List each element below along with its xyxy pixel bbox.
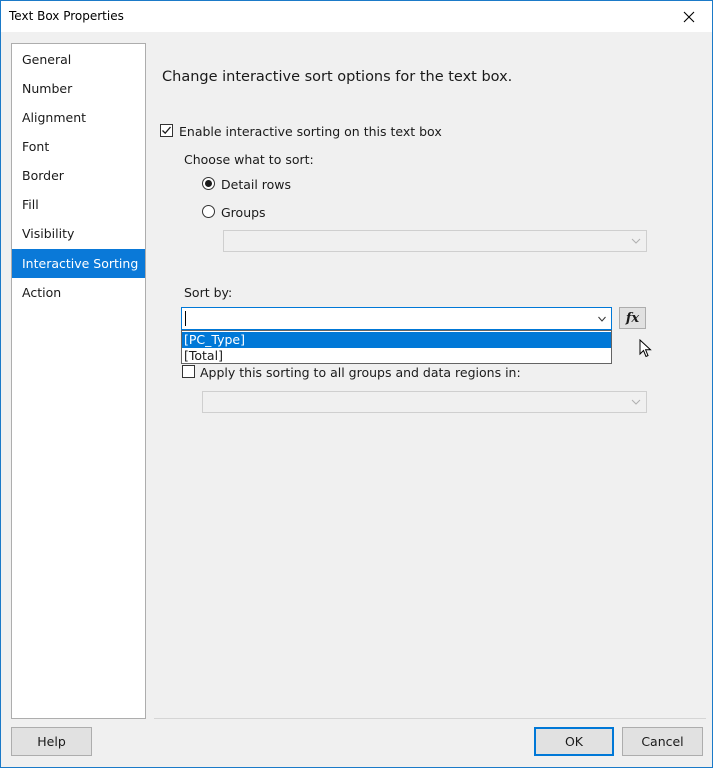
close-button[interactable] bbox=[666, 1, 712, 32]
sort-by-dropdown-list: [PC_Type] [Total] bbox=[181, 330, 612, 364]
detail-rows-radio[interactable] bbox=[202, 177, 215, 190]
groups-radio[interactable] bbox=[202, 205, 215, 218]
mouse-pointer-icon bbox=[639, 339, 652, 358]
nav-item-font[interactable]: Font bbox=[12, 132, 145, 161]
detail-rows-label: Detail rows bbox=[221, 177, 292, 192]
sort-by-combo[interactable] bbox=[181, 307, 612, 330]
enable-sorting-label: Enable interactive sorting on this text … bbox=[179, 124, 442, 139]
enable-sorting-checkbox[interactable] bbox=[160, 124, 173, 137]
help-button[interactable]: Help bbox=[11, 727, 92, 756]
close-icon bbox=[683, 11, 695, 22]
expression-button[interactable]: fx bbox=[619, 307, 646, 329]
dropdown-option-total[interactable]: [Total] bbox=[182, 348, 611, 364]
apply-sorting-label: Apply this sorting to all groups and dat… bbox=[200, 365, 521, 380]
text-caret bbox=[185, 311, 186, 326]
nav-item-fill[interactable]: Fill bbox=[12, 190, 145, 219]
radio-selected-dot bbox=[205, 180, 212, 187]
apply-sorting-checkbox[interactable] bbox=[182, 365, 195, 378]
checkmark-icon bbox=[162, 126, 171, 135]
nav-item-interactive-sorting[interactable]: Interactive Sorting bbox=[12, 249, 145, 278]
chevron-down-icon bbox=[631, 399, 641, 405]
page-heading: Change interactive sort options for the … bbox=[162, 69, 513, 85]
ok-button[interactable]: OK bbox=[534, 727, 614, 756]
sort-by-label: Sort by: bbox=[184, 285, 233, 300]
chevron-down-icon bbox=[598, 316, 606, 322]
nav-item-border[interactable]: Border bbox=[12, 161, 145, 190]
nav-item-action[interactable]: Action bbox=[12, 278, 145, 307]
chevron-down-icon bbox=[631, 238, 641, 244]
nav-item-number[interactable]: Number bbox=[12, 74, 145, 103]
nav-item-general[interactable]: General bbox=[12, 45, 145, 74]
window-title: Text Box Properties bbox=[9, 9, 124, 23]
groups-combo bbox=[223, 230, 647, 252]
dropdown-option-pc-type[interactable]: [PC_Type] bbox=[182, 332, 611, 348]
choose-what-to-sort-label: Choose what to sort: bbox=[184, 152, 314, 167]
nav-item-alignment[interactable]: Alignment bbox=[12, 103, 145, 132]
sort-by-dropdown-button[interactable] bbox=[593, 308, 611, 329]
groups-label: Groups bbox=[221, 205, 266, 220]
cancel-button[interactable]: Cancel bbox=[622, 727, 703, 756]
apply-scope-combo bbox=[202, 391, 647, 413]
text-box-properties-dialog: Text Box Properties General Number Align… bbox=[0, 0, 713, 768]
nav-item-visibility[interactable]: Visibility bbox=[12, 219, 145, 248]
category-nav: General Number Alignment Font Border Fil… bbox=[11, 43, 146, 719]
footer-separator bbox=[154, 718, 706, 719]
title-bar: Text Box Properties bbox=[1, 1, 712, 32]
